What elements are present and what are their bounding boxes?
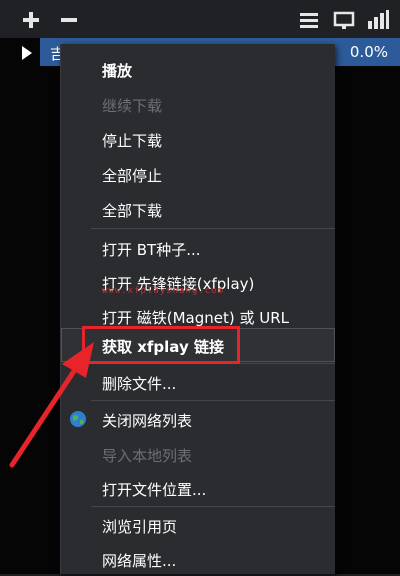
menu-item-label: 全部停止 bbox=[102, 167, 163, 185]
menu-item-download-all[interactable]: 全部下载 bbox=[61, 192, 335, 226]
menu-separator bbox=[91, 228, 335, 229]
menu-item-label: 浏览引用页 bbox=[102, 518, 178, 536]
context-menu: 播放 继续下载 停止下载 全部停止 全部下载 打开 BT种子... 打开 先锋链… bbox=[60, 44, 335, 574]
watermark-text: www.xfplayshang.com bbox=[102, 286, 224, 296]
minus-icon[interactable] bbox=[58, 9, 80, 31]
menu-item-network-properties[interactable]: 网络属性... bbox=[61, 542, 335, 576]
toolbar bbox=[0, 0, 400, 38]
menu-item-label: 打开 磁铁(Magnet) 或 URL bbox=[102, 309, 290, 327]
hamburger-menu-icon[interactable] bbox=[298, 9, 320, 31]
menu-item-label: 继续下载 bbox=[102, 97, 163, 115]
menu-item-label: 打开 BT种子... bbox=[102, 241, 201, 259]
plus-icon[interactable] bbox=[20, 9, 42, 31]
menu-item-label: 全部下载 bbox=[102, 202, 163, 220]
menu-item-stop-download[interactable]: 停止下载 bbox=[61, 122, 335, 156]
menu-item-label: 打开文件位置... bbox=[102, 481, 207, 499]
menu-item-label: 网络属性... bbox=[102, 552, 177, 570]
monitor-icon[interactable] bbox=[333, 9, 355, 31]
task-progress: 0.0% bbox=[349, 43, 388, 61]
menu-item-browse-referrer[interactable]: 浏览引用页 bbox=[61, 508, 335, 542]
expand-arrow-icon[interactable] bbox=[22, 46, 32, 60]
menu-item-label: 停止下载 bbox=[102, 132, 163, 150]
menu-separator bbox=[91, 506, 335, 507]
menu-item-label: 删除文件... bbox=[102, 375, 177, 393]
annotation-arrow-icon bbox=[9, 342, 94, 468]
menu-separator bbox=[91, 400, 335, 401]
menu-item-stop-all[interactable]: 全部停止 bbox=[61, 157, 335, 191]
menu-item-open-bt-torrent[interactable]: 打开 BT种子... bbox=[61, 231, 335, 265]
menu-item-label: 关闭网络列表 bbox=[102, 412, 193, 430]
menu-item-resume-download[interactable]: 继续下载 bbox=[61, 87, 335, 121]
signal-bars-icon[interactable] bbox=[367, 9, 389, 31]
menu-item-play[interactable]: 播放 bbox=[61, 52, 335, 86]
menu-item-label: 播放 bbox=[102, 62, 133, 80]
menu-item-label: 导入本地列表 bbox=[102, 447, 193, 465]
